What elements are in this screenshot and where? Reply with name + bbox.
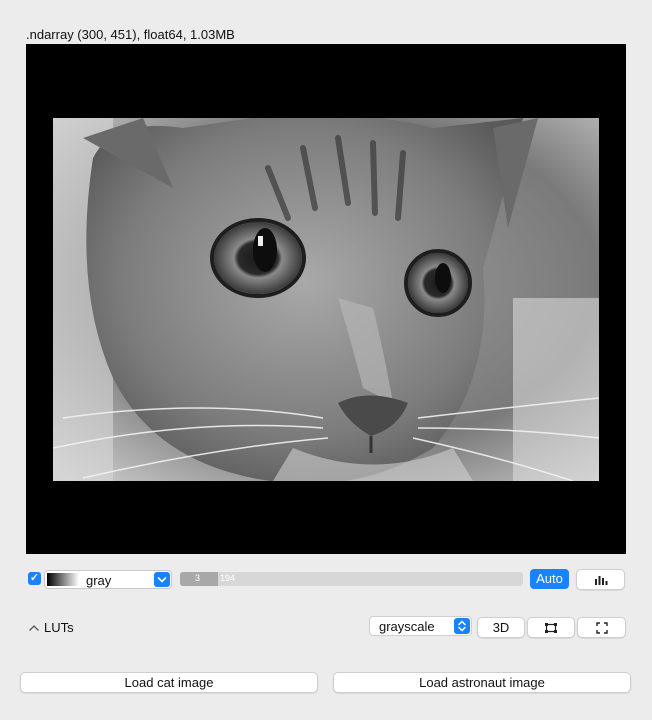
chevron-up-icon xyxy=(28,620,40,635)
channel-mode-label: grayscale xyxy=(379,619,435,634)
luts-toggle[interactable]: LUTs xyxy=(28,620,74,635)
contrast-max-label: 194 xyxy=(220,573,236,583)
auto-contrast-button[interactable]: Auto xyxy=(530,569,569,589)
visibility-checkbox[interactable]: ✓ xyxy=(28,572,41,585)
channel-mode-select[interactable]: grayscale xyxy=(369,616,472,636)
chevron-down-icon xyxy=(154,572,170,587)
chevron-updown-icon xyxy=(454,618,470,634)
load-astronaut-image-button[interactable]: Load astronaut image xyxy=(333,672,631,693)
cat-image xyxy=(53,118,599,481)
checkmark-icon: ✓ xyxy=(29,572,40,584)
roi-icon xyxy=(528,618,574,637)
fullscreen-icon xyxy=(578,618,625,637)
bar-chart-icon xyxy=(577,570,624,589)
colormap-select[interactable]: gray xyxy=(44,570,172,589)
colormap-swatch xyxy=(47,573,79,586)
fullscreen-button[interactable] xyxy=(577,617,626,638)
colormap-label: gray xyxy=(86,573,112,588)
histogram-button[interactable] xyxy=(576,569,625,590)
image-info-label: .ndarray (300, 451), float64, 1.03MB xyxy=(26,27,235,42)
load-cat-image-button[interactable]: Load cat image xyxy=(20,672,318,693)
luts-label: LUTs xyxy=(44,620,74,635)
contrast-min-label: 3 xyxy=(195,573,201,583)
toggle-3d-button[interactable]: 3D xyxy=(477,617,525,638)
image-canvas[interactable] xyxy=(26,44,626,554)
contrast-range-slider[interactable]: 3 194 xyxy=(180,572,523,586)
roi-button[interactable] xyxy=(527,617,575,638)
